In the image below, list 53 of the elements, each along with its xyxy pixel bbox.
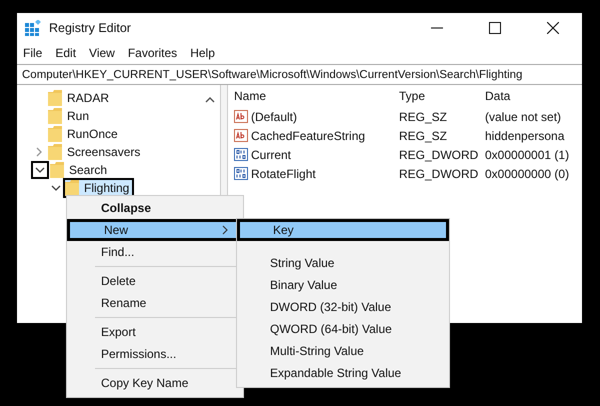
chevron-down-icon[interactable] [35, 165, 45, 175]
close-icon[interactable] [547, 22, 559, 34]
tree-item[interactable]: Run [48, 108, 92, 124]
table-cell: (Default) [251, 110, 298, 124]
string-value-icon [234, 129, 248, 142]
folder-icon [48, 108, 62, 124]
window-title: Registry Editor [49, 21, 131, 35]
tree-item[interactable]: RADAR [48, 90, 112, 106]
chevron-down-icon[interactable] [51, 183, 61, 193]
binary-value-icon [234, 148, 248, 161]
chevron-right-icon[interactable] [34, 147, 44, 157]
registry-icon [25, 20, 41, 36]
table-cell: 0x00000001 (1) [485, 148, 570, 162]
table-cell-text: REG_DWORD [399, 148, 480, 162]
menu-item[interactable]: String Value [237, 252, 449, 274]
table-cell-text: REG_SZ [399, 128, 448, 142]
table-cell-text: REG_SZ [399, 110, 448, 124]
table-cell-text: REG_DWORD [399, 166, 480, 180]
menu-item[interactable]: Binary Value [237, 274, 449, 296]
string-value-icon [234, 110, 248, 123]
folder-icon [50, 162, 64, 178]
table-cell: 0x00000000 (0) [485, 166, 570, 180]
table-cell: hiddenpersona [485, 128, 564, 142]
table-cell: Current [251, 148, 292, 162]
table-cell: RotateFlight [251, 166, 316, 180]
address-field[interactable]: Computer\HKEY_CURRENT_USER\Software\Microsoft\Windows\CurrentVersion\Search\Flighting [17, 64, 582, 85]
menu-item[interactable]: Expandable String Value [237, 362, 449, 384]
tree-item[interactable]: Screensavers [48, 144, 144, 160]
binary-value-icon [234, 167, 248, 180]
column-header[interactable]: Name [234, 89, 399, 103]
tree-item[interactable]: Search [50, 162, 110, 178]
tree-item[interactable]: Flighting [65, 180, 132, 196]
menu-item[interactable]: DWORD (32-bit) Value [237, 296, 449, 318]
menu-item[interactable]: Favorites [128, 46, 178, 60]
menu-item[interactable]: Multi-String Value [237, 340, 449, 362]
menu-item[interactable]: Edit [55, 46, 76, 60]
column-header[interactable]: Type [399, 89, 485, 103]
folder-icon [48, 126, 62, 142]
table-cell: (value not set) [485, 110, 562, 124]
menu-item[interactable]: File [23, 46, 42, 60]
column-header[interactable]: Data [485, 89, 510, 103]
menu-item[interactable]: Collapse [67, 197, 243, 219]
tree-item[interactable]: RunOnce [48, 126, 121, 142]
table-cell: CachedFeatureString [251, 128, 366, 142]
menu-item[interactable]: Help [190, 46, 215, 60]
menu-item[interactable]: Key [237, 219, 449, 241]
scroll-up-icon[interactable] [205, 97, 215, 103]
maximize-icon[interactable] [489, 22, 501, 34]
menu-item[interactable]: QWORD (64-bit) Value [237, 318, 449, 340]
menu-item[interactable]: View [89, 46, 115, 60]
folder-icon [65, 180, 79, 196]
folder-icon [48, 90, 62, 106]
folder-icon [48, 144, 62, 160]
